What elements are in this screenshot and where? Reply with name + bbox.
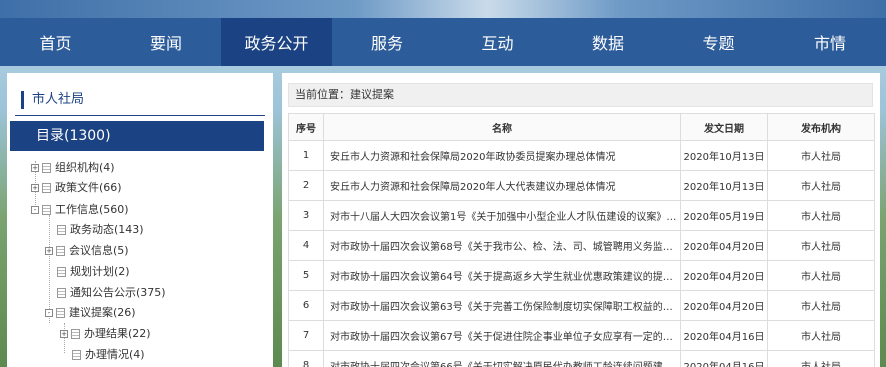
tree-item-work-info[interactable]: - 工作信息(560) (31, 201, 129, 219)
catalog-button[interactable]: 目录(1300) (10, 121, 264, 151)
tree-item-policy[interactable]: + 政策文件(66) (31, 179, 122, 197)
row-number: 5 (288, 260, 324, 291)
row-number: 7 (288, 320, 324, 351)
column-header-date: 发文日期 (680, 113, 768, 141)
table-row[interactable]: 8 对市政协十届四次会议第66号《关于切实解决原民代办教师工龄连续问题建议的..… (288, 350, 875, 367)
document-icon (42, 183, 51, 193)
nav-services[interactable]: 服务 (332, 18, 442, 66)
document-icon (57, 288, 66, 298)
tree-item-label: 办理结果(22) (84, 327, 151, 340)
table-row[interactable]: 6 对市政协十届四次会议第63号《关于完善工伤保险制度切实保障职工权益的建议..… (288, 290, 875, 321)
expand-icon[interactable]: + (31, 184, 39, 192)
table-row[interactable]: 5 对市政协十届四次会议第64号《关于提高返乡大学生就业优惠政策建议的提案》..… (288, 260, 875, 291)
document-icon (42, 163, 51, 173)
table-row[interactable]: 4 对市政协十届四次会议第68号《关于我市公、检、法、司、城管聘用义务监督员..… (288, 230, 875, 261)
row-date: 2020年04月20日 (680, 290, 768, 321)
table-header-row: 序号 名称 发文日期 发布机构 (288, 113, 875, 141)
tree-item-label: 办理情况(4) (85, 348, 145, 361)
row-date: 2020年04月16日 (680, 350, 768, 367)
table-row[interactable]: 2 安丘市人力资源和社会保障局2020年人大代表建议办理总体情况 2020年10… (288, 170, 875, 201)
tree-item-proposals[interactable]: - 建议提案(26) (45, 304, 136, 322)
tree-item-label: 工作信息(560) (55, 203, 129, 216)
row-date: 2020年04月20日 (680, 260, 768, 291)
collapse-icon[interactable]: - (45, 309, 53, 317)
tree-item-results[interactable]: + 办理结果(22) (60, 325, 151, 343)
tree-item-label: 组织机构(4) (55, 161, 115, 174)
row-number: 1 (288, 140, 324, 171)
row-title-link[interactable]: 安丘市人力资源和社会保障局2020年政协委员提案办理总体情况 (323, 140, 681, 171)
tree-item-label: 会议信息(5) (69, 244, 129, 257)
row-org: 市人社局 (767, 260, 875, 291)
collapse-icon[interactable]: - (31, 206, 39, 214)
expand-icon[interactable]: + (60, 330, 68, 338)
row-date: 2020年10月13日 (680, 140, 768, 171)
row-title-link[interactable]: 对市政协十届四次会议第64号《关于提高返乡大学生就业优惠政策建议的提案》... (323, 260, 681, 291)
proposal-table: 序号 名称 发文日期 发布机构 1 安丘市人力资源和社会保障局2020年政协委员… (288, 113, 875, 367)
document-icon (56, 308, 65, 318)
tree-item-status[interactable]: 办理情况(4) (72, 346, 145, 364)
nav-home[interactable]: 首页 (0, 18, 111, 66)
row-org: 市人社局 (767, 200, 875, 231)
document-icon (42, 205, 51, 215)
tree-item-label: 规划计划(2) (70, 265, 130, 278)
nav-topics[interactable]: 专题 (663, 18, 774, 66)
nav-news[interactable]: 要闻 (111, 18, 221, 66)
row-org: 市人社局 (767, 320, 875, 351)
nav-interaction[interactable]: 互动 (442, 18, 553, 66)
tree-item-meetings[interactable]: + 会议信息(5) (45, 242, 129, 260)
table-row[interactable]: 3 对市十八届人大四次会议第1号《关于加强中小型企业人才队伍建设的议案》建议..… (288, 200, 875, 231)
row-title-link[interactable]: 安丘市人力资源和社会保障局2020年人大代表建议办理总体情况 (323, 170, 681, 201)
document-icon (57, 225, 66, 235)
row-date: 2020年10月13日 (680, 170, 768, 201)
breadcrumb: 当前位置：建议提案 (288, 83, 873, 107)
document-icon (56, 246, 65, 256)
row-number: 8 (288, 350, 324, 367)
expand-icon[interactable]: + (45, 247, 53, 255)
tree-item-org[interactable]: + 组织机构(4) (31, 159, 115, 177)
row-org: 市人社局 (767, 290, 875, 321)
main-content: 当前位置：建议提案 序号 名称 发文日期 发布机构 1 安丘市人力资源和社会保障… (282, 73, 880, 367)
sidebar-divider (15, 115, 265, 116)
row-date: 2020年05月19日 (680, 200, 768, 231)
row-org: 市人社局 (767, 350, 875, 367)
sidebar: 市人社局 目录(1300) + 组织机构(4) + 政策文件(66) - 工作信… (7, 73, 273, 367)
nav-data[interactable]: 数据 (553, 18, 663, 66)
document-icon (72, 350, 81, 360)
expand-icon[interactable]: + (31, 164, 39, 172)
row-title-link[interactable]: 对市政协十届四次会议第68号《关于我市公、检、法、司、城管聘用义务监督员... (323, 230, 681, 261)
column-header-name: 名称 (323, 113, 681, 141)
tree-item-label: 建议提案(26) (69, 306, 136, 319)
document-icon (71, 329, 80, 339)
row-number: 2 (288, 170, 324, 201)
row-date: 2020年04月20日 (680, 230, 768, 261)
row-number: 4 (288, 230, 324, 261)
table-row[interactable]: 7 对市政协十届四次会议第67号《关于促进住院企事业单位子女应享有一定的法定护理… (288, 320, 875, 351)
column-header-no: 序号 (288, 113, 324, 141)
tree-item-label: 政策文件(66) (55, 181, 122, 194)
main-nav: 首页 要闻 政务公开 服务 互动 数据 专题 市情 (0, 18, 886, 66)
row-number: 3 (288, 200, 324, 231)
document-icon (57, 267, 66, 277)
tree-item-plans[interactable]: 规划计划(2) (57, 263, 130, 281)
row-title-link[interactable]: 对市十八届人大四次会议第1号《关于加强中小型企业人才队伍建设的议案》建议... (323, 200, 681, 231)
row-title-link[interactable]: 对市政协十届四次会议第63号《关于完善工伤保险制度切实保障职工权益的建议... (323, 290, 681, 321)
column-header-org: 发布机构 (767, 113, 875, 141)
tree-item-label: 政务动态(143) (70, 223, 144, 236)
tree-item-gov-news[interactable]: 政务动态(143) (57, 221, 144, 239)
row-date: 2020年04月16日 (680, 320, 768, 351)
row-org: 市人社局 (767, 170, 875, 201)
sidebar-title: 市人社局 (21, 91, 84, 109)
tree-item-notices[interactable]: 通知公告公示(375) (57, 284, 166, 302)
top-banner (0, 0, 886, 18)
row-org: 市人社局 (767, 230, 875, 261)
row-title-link[interactable]: 对市政协十届四次会议第67号《关于促进住院企事业单位子女应享有一定的法定护理..… (323, 320, 681, 351)
row-number: 6 (288, 290, 324, 321)
row-org: 市人社局 (767, 140, 875, 171)
tree-item-label: 通知公告公示(375) (70, 286, 166, 299)
row-title-link[interactable]: 对市政协十届四次会议第66号《关于切实解决原民代办教师工龄连续问题建议的... (323, 350, 681, 367)
nav-gov-affairs[interactable]: 政务公开 (221, 18, 332, 66)
nav-city-info[interactable]: 市情 (774, 18, 886, 66)
table-row[interactable]: 1 安丘市人力资源和社会保障局2020年政协委员提案办理总体情况 2020年10… (288, 140, 875, 171)
